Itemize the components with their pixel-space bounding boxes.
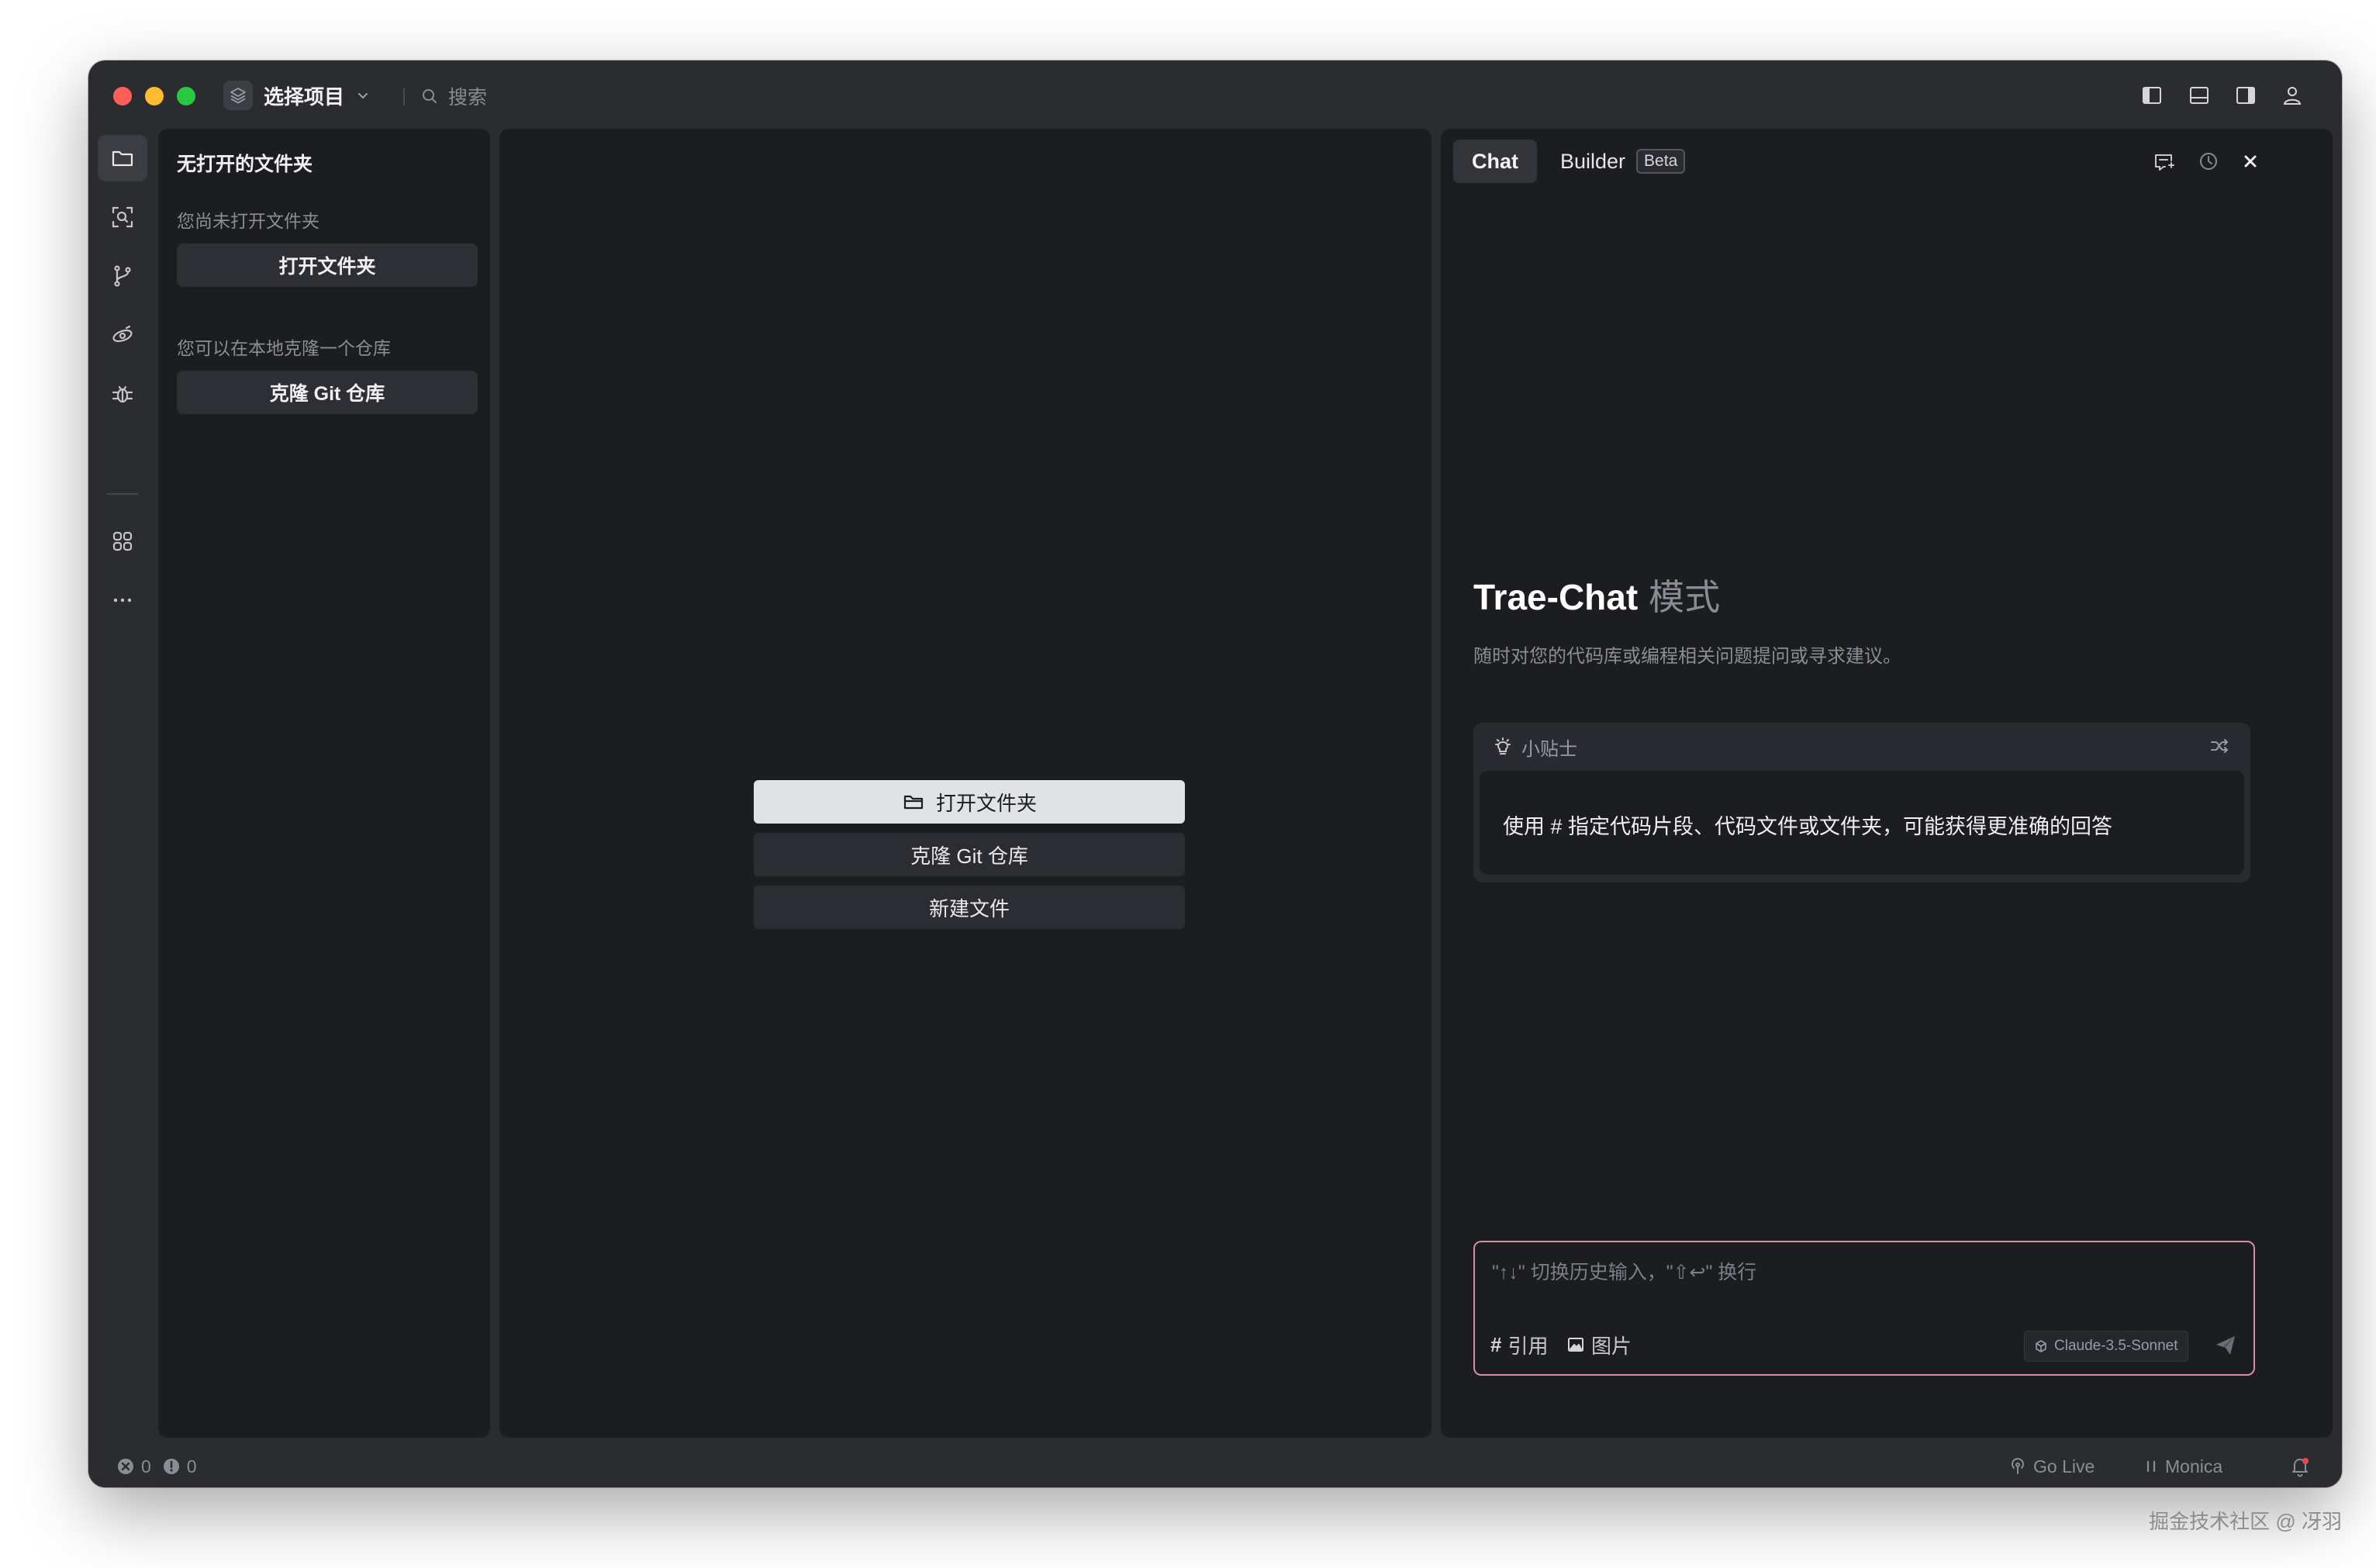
clone-repo-button[interactable]: 克隆 Git 仓库 — [177, 371, 478, 414]
toggle-secondary-sidebar-icon[interactable] — [2231, 81, 2260, 110]
tips-card: 小贴士 使用 # 指定代码片段、代码文件或文件夹，可能获得更准确的回答 — [1473, 723, 2250, 882]
hash-icon: # — [1490, 1332, 1502, 1356]
search-code-icon[interactable] — [98, 194, 147, 240]
editor-open-folder-label: 打开文件夹 — [935, 791, 1037, 815]
go-live-label: Go Live — [2033, 1456, 2095, 1476]
search-placeholder: 搜索 — [448, 87, 488, 109]
project-selector[interactable]: 选择项目 — [223, 78, 371, 113]
tab-chat[interactable]: Chat — [1453, 140, 1537, 183]
minimize-window-button[interactable] — [145, 87, 164, 105]
history-icon[interactable] — [2195, 147, 2222, 175]
monica-label: Monica — [2165, 1456, 2223, 1476]
error-count: 0 — [141, 1456, 151, 1476]
toggle-panel-icon[interactable] — [2184, 81, 2214, 110]
chat-input-box: # 引用 图片 Claude-3.5-Sonnet — [1473, 1241, 2255, 1376]
tab-builder[interactable]: Builder Beta — [1560, 140, 1686, 183]
image-icon — [1566, 1335, 1585, 1354]
editor-open-folder-button[interactable]: 打开文件夹 — [754, 780, 1185, 824]
model-cube-icon — [2034, 1339, 2048, 1353]
folder-icon — [902, 790, 925, 813]
close-icon[interactable] — [2236, 147, 2264, 175]
project-selector-label: 选择项目 — [264, 85, 345, 109]
warning-count: 0 — [186, 1456, 197, 1476]
tips-text: 使用 # 指定代码片段、代码文件或文件夹，可能获得更准确的回答 — [1503, 815, 2113, 838]
monica-button[interactable]: Monica — [2143, 1453, 2222, 1480]
debug-icon[interactable] — [98, 371, 147, 417]
tips-header: 小贴士 — [1492, 734, 1577, 760]
project-stack-icon — [223, 81, 253, 110]
editor-new-file-button[interactable]: 新建文件 — [754, 886, 1185, 929]
go-live-button[interactable]: Go Live — [2008, 1453, 2095, 1480]
shuffle-icon[interactable] — [2207, 734, 2232, 758]
chat-heading: Trae-Chat 模式 — [1473, 569, 1720, 620]
broadcast-icon — [2008, 1457, 2027, 1476]
titlebar-divider — [403, 88, 405, 105]
notifications-icon[interactable] — [2289, 1453, 2311, 1480]
tips-label: 小贴士 — [1521, 738, 1577, 760]
tab-builder-label: Builder — [1560, 149, 1626, 173]
editor-clone-repo-button[interactable]: 克隆 Git 仓库 — [754, 833, 1185, 876]
remote-explorer-icon[interactable] — [98, 312, 147, 358]
activity-divider — [107, 493, 138, 495]
model-selector[interactable]: Claude-3.5-Sonnet — [2024, 1331, 2188, 1362]
chat-panel: Chat Builder Beta Trae-Chat 模式 随时对您的代码库或编… — [1441, 129, 2333, 1438]
chat-heading-mode: 模式 — [1649, 577, 1721, 617]
more-icon[interactable] — [98, 577, 147, 623]
image-button[interactable]: 图片 — [1566, 1329, 1632, 1360]
no-folder-hint: 您尚未打开文件夹 — [177, 211, 319, 231]
error-icon — [116, 1457, 135, 1476]
chat-subtitle: 随时对您的代码库或编程相关问题提问或寻求建议。 — [1473, 646, 1901, 667]
clone-hint: 您可以在本地克隆一个仓库 — [177, 338, 391, 358]
image-label: 图片 — [1591, 1334, 1632, 1358]
reference-label: 引用 — [1507, 1334, 1549, 1358]
chevron-down-icon — [355, 88, 371, 103]
extensions-icon[interactable] — [98, 518, 147, 565]
watermark-text: 掘金技术社区 @ 冴羽 — [2149, 1510, 2342, 1533]
warning-icon — [162, 1457, 181, 1476]
search-box[interactable]: 搜索 — [420, 79, 487, 113]
explorer-icon[interactable] — [98, 135, 147, 181]
app-window: 选择项目 搜索 无打开的文件夹 您尚未打开文件夹 打开文件夹 您可以在本地克隆一… — [88, 60, 2342, 1487]
send-icon[interactable] — [2210, 1331, 2241, 1360]
editor-area: 打开文件夹 克隆 Git 仓库 新建文件 — [499, 129, 1431, 1438]
tips-body: 使用 # 指定代码片段、代码文件或文件夹，可能获得更准确的回答 — [1480, 771, 2244, 875]
chat-input[interactable] — [1490, 1256, 2238, 1289]
model-name: Claude-3.5-Sonnet — [2054, 1338, 2178, 1354]
explorer-panel: 无打开的文件夹 您尚未打开文件夹 打开文件夹 您可以在本地克隆一个仓库 克隆 G… — [158, 129, 490, 1438]
status-bar: 0 0 Go Live Monica — [88, 1445, 2342, 1487]
title-bar: 选择项目 搜索 — [88, 60, 2342, 129]
toggle-primary-sidebar-icon[interactable] — [2137, 81, 2167, 110]
lightbulb-icon — [1492, 736, 1514, 758]
source-control-icon[interactable] — [98, 253, 147, 299]
monica-icon — [2143, 1457, 2159, 1476]
activity-bar — [88, 129, 157, 1439]
beta-badge: Beta — [1636, 149, 1686, 174]
close-window-button[interactable] — [113, 87, 132, 105]
reference-button[interactable]: # 引用 — [1490, 1329, 1548, 1360]
search-icon — [420, 87, 439, 105]
chat-heading-main: Trae-Chat — [1473, 577, 1639, 617]
account-icon[interactable] — [2278, 81, 2307, 110]
open-folder-button[interactable]: 打开文件夹 — [177, 243, 478, 287]
new-chat-icon[interactable] — [2150, 147, 2177, 175]
maximize-window-button[interactable] — [177, 87, 195, 105]
problems-indicator[interactable]: 0 0 — [116, 1453, 197, 1480]
explorer-title: 无打开的文件夹 — [177, 154, 313, 175]
